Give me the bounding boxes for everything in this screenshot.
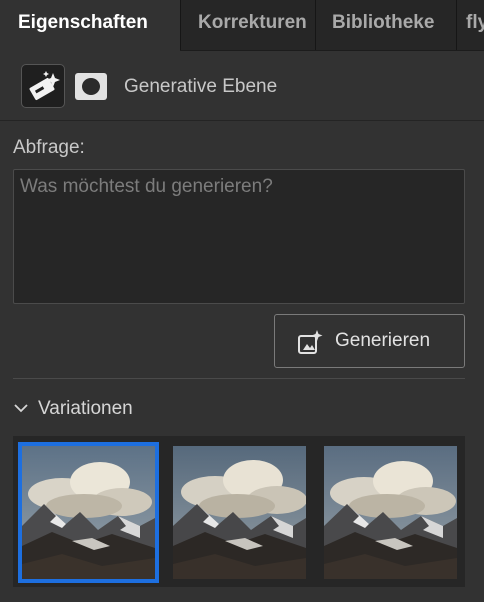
variations-title: Variationen	[38, 398, 133, 419]
panel-tab-bar: Eigenschaften Korrekturen Bibliotheke fl…	[0, 0, 484, 51]
tab-fly[interactable]: fly	[457, 0, 484, 50]
section-divider	[13, 378, 465, 379]
tab-korrekturen[interactable]: Korrekturen	[181, 0, 315, 50]
layer-name: Generative Ebene	[124, 76, 278, 97]
generate-button[interactable]: Generieren	[274, 314, 465, 368]
chevron-down-icon	[14, 404, 28, 413]
layer-mask-icon[interactable]	[75, 73, 107, 100]
tab-label: Bibliotheke	[332, 12, 435, 33]
tab-label: Eigenschaften	[18, 12, 148, 33]
mask-hole	[82, 78, 100, 95]
variation-thumbnail[interactable]	[324, 446, 457, 579]
tab-eigenschaften[interactable]: Eigenschaften	[0, 0, 180, 51]
variation-thumbnail[interactable]	[18, 442, 159, 583]
tab-bibliotheken[interactable]: Bibliotheke	[316, 0, 456, 50]
prompt-label: Abfrage:	[13, 137, 85, 158]
tab-label: fly	[466, 12, 484, 33]
variation-thumbnail[interactable]	[173, 446, 306, 579]
generate-sparkle-icon	[298, 330, 323, 354]
prompt-input[interactable]	[14, 170, 464, 303]
prompt-field	[13, 169, 465, 304]
tab-label: Korrekturen	[198, 12, 307, 33]
generative-sparkle-icon[interactable]	[21, 64, 65, 108]
generate-button-label: Generieren	[335, 330, 431, 351]
